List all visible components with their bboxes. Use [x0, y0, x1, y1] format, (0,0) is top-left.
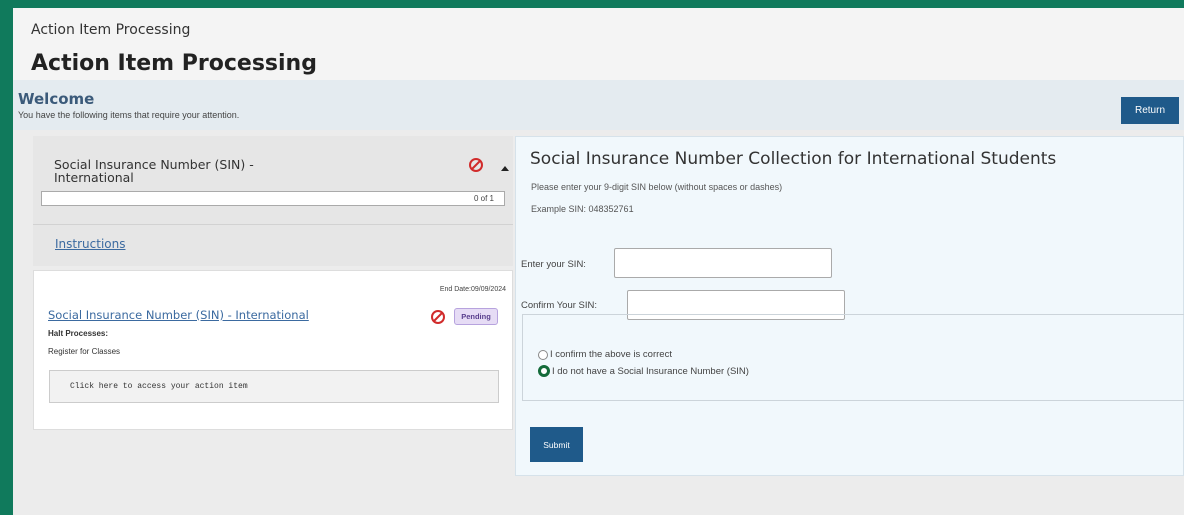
form-title: Social Insurance Number Collection for I… [530, 149, 1057, 169]
radio-button-selected[interactable] [538, 365, 550, 377]
no-entry-icon [469, 158, 483, 172]
action-item-panel: Social Insurance Number (SIN) - Internat… [33, 136, 513, 430]
no-entry-icon [431, 310, 445, 324]
radio-confirm-correct[interactable]: I confirm the above is correct [538, 349, 672, 360]
action-item-card: End Date:09/09/2024 Social Insurance Num… [33, 270, 513, 430]
submit-button[interactable]: Submit [530, 427, 583, 462]
radio-no-sin[interactable]: I do not have a Social Insurance Number … [538, 365, 749, 377]
app-frame: Action Item Processing Action Item Proce… [13, 8, 1184, 515]
form-example: Example SIN: 048352761 [531, 204, 634, 214]
item-group-title: Social Insurance Number (SIN) - Internat… [54, 157, 254, 185]
radio-label: I confirm the above is correct [550, 349, 672, 360]
sin-input[interactable] [614, 248, 832, 278]
welcome-subtitle: You have the following items that requir… [18, 110, 240, 120]
page-title: Action Item Processing [31, 51, 317, 76]
action-item-link[interactable]: Social Insurance Number (SIN) - Internat… [48, 308, 309, 322]
progress-text: 0 of 1 [473, 194, 494, 203]
return-button[interactable]: Return [1121, 97, 1179, 124]
instructions-link[interactable]: Instructions [55, 237, 125, 251]
main-content: Social Insurance Number (SIN) - Internat… [13, 130, 1184, 515]
progress-bar: 0 of 1 [41, 191, 505, 206]
halt-processes-value: Register for Classes [48, 347, 121, 356]
confirm-sin-label: Confirm Your SIN: [521, 300, 598, 311]
radio-button[interactable] [538, 349, 548, 360]
status-badge: Pending [454, 308, 498, 325]
sin-form-panel: Social Insurance Number Collection for I… [515, 136, 1184, 476]
radio-label: I do not have a Social Insurance Number … [552, 365, 749, 377]
form-hint: Please enter your 9-digit SIN below (wit… [531, 182, 783, 192]
halt-processes-label: Halt Processes: [48, 329, 109, 338]
instructions-row: Instructions [33, 224, 513, 266]
welcome-title: Welcome [18, 90, 95, 108]
end-date: End Date:09/09/2024 [439, 286, 506, 293]
sin-label: Enter your SIN: [521, 259, 586, 270]
access-action-item-button[interactable]: Click here to access your action item [49, 370, 499, 403]
item-group-header[interactable]: Social Insurance Number (SIN) - Internat… [33, 136, 513, 224]
confirmation-group: I confirm the above is correct I do not … [522, 314, 1184, 401]
breadcrumb[interactable]: Action Item Processing [31, 22, 190, 38]
welcome-banner: Welcome You have the following items tha… [13, 80, 1184, 130]
caret-up-icon[interactable] [501, 166, 509, 171]
